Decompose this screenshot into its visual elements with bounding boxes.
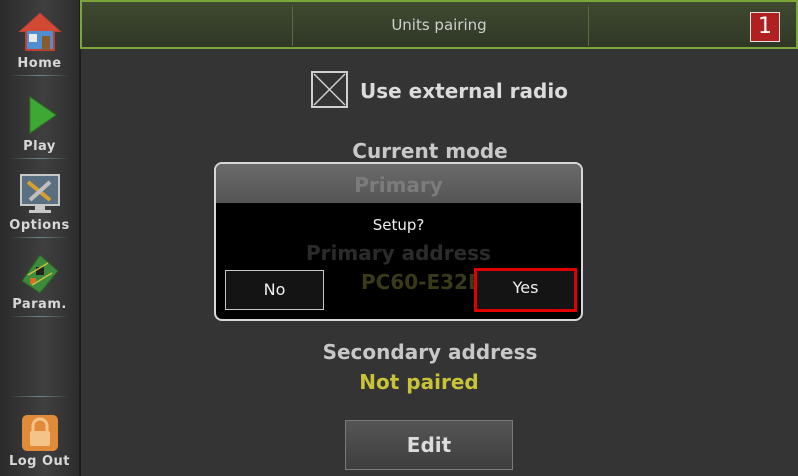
dialog-header: Primary <box>216 164 581 203</box>
tools-monitor-icon <box>18 172 62 216</box>
sidebar-item-logout[interactable]: Log Out <box>0 414 79 469</box>
current-mode-value: Primary <box>354 173 443 197</box>
sidebar: Home Play Options Param. Log Out <box>0 0 81 476</box>
divider <box>10 316 69 317</box>
sidebar-item-param[interactable]: Param. <box>0 251 79 317</box>
primary-address-title: Primary address <box>306 241 491 265</box>
sidebar-item-label: Options <box>9 218 70 233</box>
use-external-radio-checkbox[interactable] <box>311 71 348 108</box>
sidebar-item-label: Param. <box>12 297 67 312</box>
divider <box>10 75 69 76</box>
play-icon <box>18 93 62 137</box>
secondary-address-title: Secondary address <box>322 340 538 364</box>
use-external-radio-label: Use external radio <box>360 79 568 103</box>
dialog-message: Setup? <box>372 216 425 234</box>
yes-button[interactable]: Yes <box>474 268 577 312</box>
sidebar-item-options[interactable]: Options <box>0 172 79 238</box>
no-button[interactable]: No <box>225 270 324 310</box>
secondary-address-value: Not paired <box>359 370 479 394</box>
sidebar-item-label: Home <box>17 56 62 71</box>
edit-button[interactable]: Edit <box>345 420 513 470</box>
padlock-icon <box>21 414 59 452</box>
notification-badge[interactable]: 1 <box>750 12 780 42</box>
divider <box>10 396 69 397</box>
circuit-board-icon <box>18 251 62 295</box>
current-mode-title: Current mode <box>352 139 508 163</box>
sidebar-item-label: Log Out <box>8 454 71 469</box>
header-bar: Units pairing 1 <box>80 0 798 49</box>
sidebar-item-home[interactable]: Home <box>0 10 79 76</box>
primary-address-value: PC60-E32E <box>361 270 482 294</box>
house-icon <box>17 10 62 54</box>
check-cross-icon <box>313 73 346 106</box>
setup-dialog: Primary Primary address PC60-E32E Setup?… <box>214 162 583 321</box>
page-title: Units pairing <box>391 16 487 34</box>
divider <box>10 237 69 238</box>
